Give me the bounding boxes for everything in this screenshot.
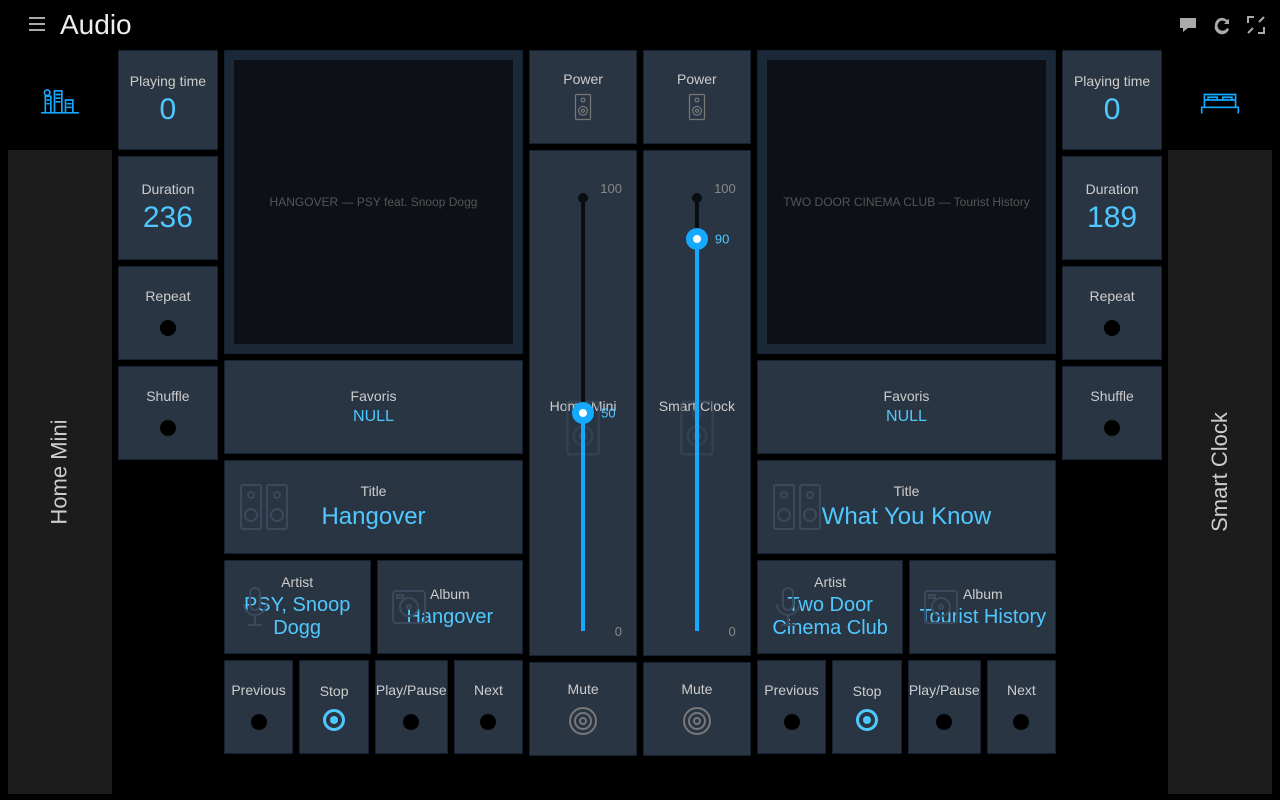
right-artist-card: Artist Two Door Cinema Club xyxy=(757,560,904,654)
right-controls: Previous Stop Play/Pause Next xyxy=(757,660,1056,754)
right-metrics: Playing time 0 Duration 189 Repeat Shuff… xyxy=(1062,50,1162,794)
left-panel: HANGOVER — PSY feat. Snoop Dogg Favoris … xyxy=(224,50,523,794)
slider-home-mini[interactable]: Home Mini 100 0 50 xyxy=(529,150,637,656)
mute-right-button[interactable]: Mute xyxy=(643,662,751,756)
speaker-icon xyxy=(573,91,593,123)
right-prev-button[interactable]: Previous xyxy=(757,660,827,754)
stereo-icon xyxy=(772,479,824,535)
active-dot-icon xyxy=(323,709,345,731)
power-left-button[interactable]: Power xyxy=(529,50,637,144)
disc-icon xyxy=(922,588,960,626)
right-playing-time: Playing time 0 xyxy=(1062,50,1162,150)
right-album-art: TWO DOOR CINEMA CLUB — Tourist History xyxy=(757,50,1056,354)
right-shuffle-button[interactable]: Shuffle xyxy=(1062,366,1162,460)
main-area: Home Mini Playing time 0 Duration 236 Re… xyxy=(0,50,1280,800)
right-favorites[interactable]: Favoris NULL xyxy=(757,360,1056,454)
slider-thumb[interactable] xyxy=(686,228,708,250)
mute-left-button[interactable]: Mute xyxy=(529,662,637,756)
left-album-art: HANGOVER — PSY feat. Snoop Dogg xyxy=(224,50,523,354)
left-prev-button[interactable]: Previous xyxy=(224,660,294,754)
left-repeat-button[interactable]: Repeat xyxy=(118,266,218,360)
active-dot-icon xyxy=(856,709,878,731)
stereo-icon xyxy=(239,479,291,535)
ring-icon xyxy=(681,705,713,737)
tab-right[interactable]: Smart Clock xyxy=(1168,150,1272,794)
left-artist-card: Artist PSY, Snoop Dogg xyxy=(224,560,371,654)
tab-icon-right[interactable] xyxy=(1168,50,1272,150)
center-left: Power Home Mini 100 0 50 Mute xyxy=(529,50,637,794)
menu-icon[interactable] xyxy=(28,15,48,35)
ring-icon xyxy=(567,705,599,737)
refresh-icon[interactable] xyxy=(1212,15,1232,35)
power-icon xyxy=(156,414,180,438)
tab-left-label: Home Mini xyxy=(47,419,73,524)
left-artist-album-row: Artist PSY, Snoop Dogg Album Hangover xyxy=(224,560,523,654)
right-play-button[interactable]: Play/Pause xyxy=(908,660,981,754)
left-play-button[interactable]: Play/Pause xyxy=(375,660,448,754)
power-icon xyxy=(1100,314,1124,338)
power-icon xyxy=(156,314,180,338)
power-icon xyxy=(247,708,271,732)
chat-icon[interactable] xyxy=(1178,15,1198,35)
slider-smart-clock[interactable]: Smart Clock 100 0 90 xyxy=(643,150,751,656)
left-controls: Previous Stop Play/Pause Next xyxy=(224,660,523,754)
disc-icon xyxy=(390,588,428,626)
left-favorites[interactable]: Favoris NULL xyxy=(224,360,523,454)
mic-icon xyxy=(237,586,273,628)
power-right-button[interactable]: Power xyxy=(643,50,751,144)
left-playing-time: Playing time 0 xyxy=(118,50,218,150)
power-icon xyxy=(1009,708,1033,732)
page-title: Audio xyxy=(60,9,132,41)
left-title-card: Title Hangover xyxy=(224,460,523,554)
power-icon xyxy=(1100,414,1124,438)
right-repeat-button[interactable]: Repeat xyxy=(1062,266,1162,360)
right-artist-album-row: Artist Two Door Cinema Club Album Touris… xyxy=(757,560,1056,654)
right-panel: TWO DOOR CINEMA CLUB — Tourist History F… xyxy=(757,50,1056,794)
left-next-button[interactable]: Next xyxy=(454,660,524,754)
slider-thumb[interactable] xyxy=(572,402,594,424)
left-stop-button[interactable]: Stop xyxy=(299,660,369,754)
right-album-card: Album Tourist History xyxy=(909,560,1056,654)
tab-left[interactable]: Home Mini xyxy=(8,150,112,794)
center-right: Power Smart Clock 100 0 90 Mute xyxy=(643,50,751,794)
side-tab-left: Home Mini xyxy=(8,50,112,794)
power-icon xyxy=(780,708,804,732)
right-title-card: Title What You Know xyxy=(757,460,1056,554)
right-duration: Duration 189 xyxy=(1062,156,1162,260)
left-duration: Duration 236 xyxy=(118,156,218,260)
right-stop-button[interactable]: Stop xyxy=(832,660,902,754)
mic-icon xyxy=(770,586,806,628)
power-icon xyxy=(476,708,500,732)
fullscreen-icon[interactable] xyxy=(1246,15,1266,35)
app-header: Audio xyxy=(0,0,1280,50)
power-icon xyxy=(932,708,956,732)
tab-icon-left[interactable] xyxy=(8,50,112,150)
power-icon xyxy=(399,708,423,732)
right-next-button[interactable]: Next xyxy=(987,660,1057,754)
side-tab-right: Smart Clock xyxy=(1168,50,1272,794)
speaker-icon xyxy=(687,91,707,123)
left-shuffle-button[interactable]: Shuffle xyxy=(118,366,218,460)
left-album-card: Album Hangover xyxy=(377,560,524,654)
tab-right-label: Smart Clock xyxy=(1207,412,1233,532)
left-metrics: Playing time 0 Duration 236 Repeat Shuff… xyxy=(118,50,218,794)
